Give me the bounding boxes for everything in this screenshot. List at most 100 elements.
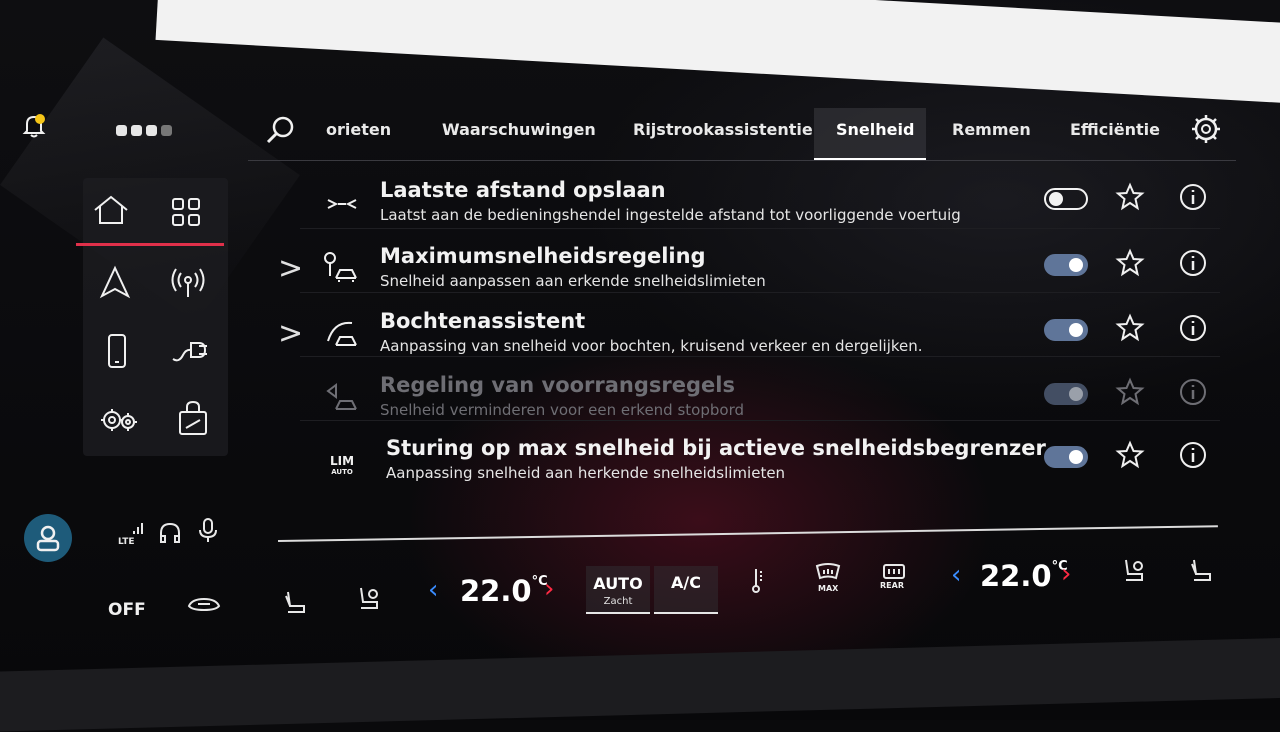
bell-icon[interactable] [20, 112, 48, 140]
info-icon[interactable] [1178, 248, 1208, 278]
tab-efficientie[interactable]: Efficiëntie [1070, 120, 1160, 139]
ac-button[interactable]: A/C [654, 573, 718, 592]
charging-plug-icon[interactable] [170, 330, 210, 370]
setting-title: Regeling van voorrangsregels [380, 373, 735, 397]
gears-icon[interactable] [99, 400, 139, 440]
star-icon[interactable] [1115, 248, 1145, 278]
setting-title: Laatste afstand opslaan [380, 178, 666, 202]
setting-subtitle: Aanpassing snelheid aan herkende snelhei… [386, 464, 786, 482]
setting-subtitle: Aanpassing van snelheid voor bochten, kr… [380, 337, 923, 355]
info-icon[interactable] [1178, 313, 1208, 343]
star-icon[interactable] [1115, 313, 1145, 343]
user-icon[interactable] [24, 514, 72, 562]
setting-subtitle: Snelheid verminderen voor een erkend sto… [380, 401, 744, 419]
apps-grid-icon[interactable] [166, 192, 206, 232]
gear-icon[interactable] [1190, 113, 1222, 145]
seat-heat-right-icon[interactable] [1186, 556, 1214, 584]
radio-signal-icon[interactable] [168, 262, 208, 302]
setting-toggle[interactable] [1044, 254, 1088, 276]
seat-ventilation-right-icon[interactable] [1118, 556, 1146, 584]
star-icon[interactable] [1115, 182, 1145, 212]
speed-limit-car-icon [322, 250, 362, 286]
setting-title: Bochtenassistent [380, 309, 586, 333]
setting-toggle[interactable] [1044, 188, 1088, 210]
bezel-bottom [0, 637, 1280, 732]
search-icon[interactable] [265, 114, 297, 146]
tab-bar: orieten Waarschuwingen Rijstrookassisten… [318, 108, 1173, 158]
setting-subtitle: Snelheid aanpassen aan erkende snelheids… [380, 272, 766, 290]
auto-mode-label: Zacht [603, 596, 633, 607]
home-active-indicator [76, 243, 224, 246]
toggle-knob [1069, 387, 1083, 401]
chevron-right-icon[interactable]: > [278, 254, 303, 284]
page-dot [161, 125, 172, 136]
store-bag-icon[interactable] [173, 398, 213, 438]
seat-ventilation-icon[interactable] [353, 584, 381, 612]
temp-right-display[interactable]: 22.0°C [980, 559, 1068, 593]
toggle-knob [1069, 450, 1083, 464]
setting-row-laatste-afstand[interactable]: Laatste afstand opslaan Laatst aan de be… [270, 174, 1225, 236]
ac-active-underline [654, 612, 718, 614]
climate-divider [278, 525, 1218, 542]
temp-right-value: 22.0 [980, 559, 1052, 593]
row-separator [300, 420, 1220, 421]
setting-row-voorrangsregels[interactable]: Regeling van voorrangsregels Snelheid ve… [270, 369, 1225, 431]
toggle-knob [1069, 258, 1083, 272]
home-icon[interactable] [91, 190, 131, 230]
setting-row-sturing-max-snelheid[interactable]: LIM AUTO Sturing op max snelheid bij act… [270, 432, 1225, 494]
microphone-icon[interactable] [194, 516, 222, 544]
setting-title: Sturing op max snelheid bij actieve snel… [386, 436, 1046, 460]
auto-button[interactable]: AUTO [586, 574, 650, 593]
info-icon[interactable] [1178, 377, 1208, 407]
headset-icon[interactable] [156, 520, 184, 548]
setting-toggle[interactable] [1044, 446, 1088, 468]
tab-divider [248, 160, 1236, 161]
tab-rijstrookassistentie[interactable]: Rijstrookassistentie [633, 120, 813, 139]
seat-heat-icon[interactable] [280, 588, 308, 616]
limiter-icon-subtext: AUTO [331, 468, 353, 476]
temp-right-increase[interactable]: › [1061, 559, 1071, 589]
star-icon[interactable] [1115, 377, 1145, 407]
toggle-knob [1069, 323, 1083, 337]
bezel-top [155, 0, 1280, 113]
info-icon[interactable] [1178, 182, 1208, 212]
navigation-icon[interactable] [95, 262, 135, 302]
temp-left-display[interactable]: 22.0°C [460, 574, 548, 608]
distance-icon [322, 184, 362, 220]
row-separator [300, 292, 1220, 293]
setting-toggle[interactable] [1044, 319, 1088, 341]
tab-remmen[interactable]: Remmen [952, 120, 1031, 139]
car-icon[interactable] [186, 594, 222, 622]
tab-favorieten[interactable]: orieten [326, 120, 391, 139]
page-dot [146, 125, 157, 136]
page-indicator [116, 125, 172, 136]
star-icon[interactable] [1115, 440, 1145, 470]
climate-off-button[interactable]: OFF [108, 600, 146, 620]
limiter-auto-icon: LIM AUTO [322, 442, 362, 478]
tab-waarschuwingen[interactable]: Waarschuwingen [442, 120, 596, 139]
temp-right-decrease[interactable]: ‹ [951, 560, 961, 590]
rear-label: REAR [880, 581, 904, 590]
row-separator [300, 356, 1220, 357]
thermometer-icon[interactable] [744, 566, 772, 594]
setting-title: Maximumsnelheidsregeling [380, 244, 706, 268]
setting-toggle[interactable] [1044, 383, 1088, 405]
max-label: MAX [818, 584, 839, 593]
setting-subtitle: Laatst aan de bedieningshendel ingesteld… [380, 206, 961, 224]
row-separator [300, 228, 1220, 229]
phone-icon[interactable] [97, 331, 137, 371]
toggle-knob [1049, 192, 1063, 206]
tab-snelheid[interactable]: Snelheid [836, 120, 914, 139]
chevron-right-icon[interactable]: > [278, 319, 303, 349]
page-dot [131, 125, 142, 136]
infotainment-screen: orieten Waarschuwingen Rijstrookassisten… [0, 0, 1280, 732]
auto-active-underline [586, 612, 650, 614]
setting-row-bochtenassistent[interactable]: > Bochtenassistent Aanpassing van snelhe… [270, 305, 1225, 367]
temp-left-increase[interactable]: › [544, 574, 554, 604]
right-of-way-icon [322, 379, 362, 415]
info-icon[interactable] [1178, 440, 1208, 470]
page-dot [116, 125, 127, 136]
temp-left-decrease[interactable]: ‹ [428, 575, 438, 605]
curve-assist-icon [322, 315, 362, 351]
limiter-icon-text: LIM [329, 454, 355, 468]
